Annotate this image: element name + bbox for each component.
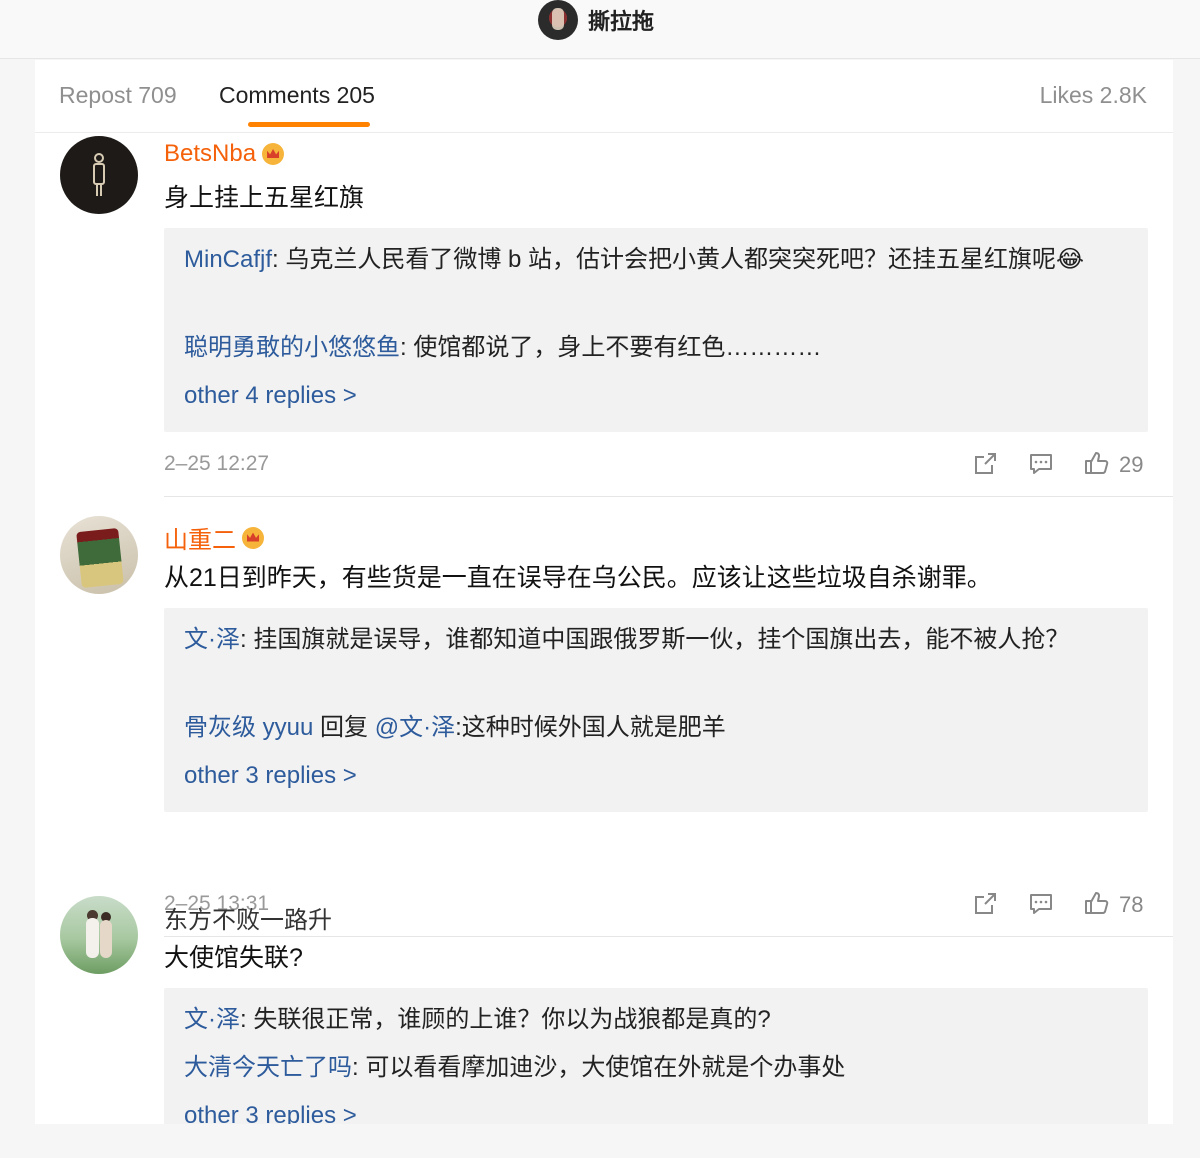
comments-card: Repost 709 Comments 205 Likes 2.8K BetsN… [35, 60, 1173, 1158]
active-tab-indicator [248, 122, 370, 127]
bottom-edge [0, 1124, 1200, 1158]
username[interactable]: 东方不败一路升 [164, 900, 332, 935]
username[interactable]: BetsNba [164, 140, 285, 168]
reply-box[interactable]: 文·泽: 挂国旗就是误导，谁都知道中国跟俄罗斯一伙，挂个国旗出去，能不被人抢？ … [164, 608, 1148, 812]
reply-item: 文·泽: 挂国旗就是误导，谁都知道中国跟俄罗斯一伙，挂个国旗出去，能不被人抢？ [184, 621, 1128, 659]
reply-username[interactable]: 文·泽 [184, 626, 240, 653]
crown-badge-icon [262, 143, 285, 165]
tab-bar: Repost 709 Comments 205 Likes 2.8K [35, 60, 1173, 133]
post-author[interactable]: 撕拉拖 [538, 0, 654, 40]
comment-text: 身上挂上五星红旗 [164, 184, 365, 212]
share-icon[interactable] [972, 451, 998, 477]
mention-link[interactable]: @文·泽 [375, 714, 455, 741]
reply-username[interactable]: 大清今天亡了吗 [184, 1054, 352, 1081]
reply-item: 骨灰级 yyuu 回复 @文·泽:这种时候外国人就是肥羊 [184, 709, 1128, 747]
reply-text: : 失联很正常，谁顾的上谁？你以为战狼都是真的? [240, 1006, 771, 1033]
tab-comments[interactable]: Comments 205 [219, 82, 375, 109]
reply-username[interactable]: 聪明勇敢的小悠悠鱼 [184, 334, 400, 361]
comment-text: 从21日到昨天，有些货是一直在误导在乌公民。应该让这些垃圾自杀谢罪。 [164, 564, 992, 592]
username-text[interactable]: BetsNba [164, 140, 256, 168]
tab-repost[interactable]: Repost 709 [59, 82, 177, 109]
tab-likes[interactable]: Likes 2.8K [1040, 82, 1147, 109]
reply-item: 大清今天亡了吗: 可以看看摩加迪沙，大使馆在外就是个办事处 [184, 1049, 1128, 1087]
username-text[interactable]: 东方不败一路升 [164, 900, 332, 935]
like-count: 29 [1119, 452, 1144, 477]
reply-text: :这种时候外国人就是肥羊 [455, 714, 726, 741]
comment-text: 大使馆失联? [164, 944, 303, 972]
divider [164, 496, 1173, 497]
avatar[interactable] [60, 516, 138, 594]
reply-text: : 乌克兰人民看了微博 b 站，估计会把小黄人都突突死吧？还挂五星红旗呢😂 [272, 246, 1085, 273]
avatar[interactable] [60, 136, 138, 214]
share-icon[interactable] [972, 891, 998, 917]
reply-item: 文·泽: 失联很正常，谁顾的上谁？你以为战狼都是真的? [184, 1001, 1128, 1039]
reply-text: : 挂国旗就是误导，谁都知道中国跟俄罗斯一伙，挂个国旗出去，能不被人抢？ [240, 626, 1070, 653]
reply-username[interactable]: 文·泽 [184, 1006, 240, 1033]
timestamp: 2–25 12:27 [164, 452, 270, 475]
like-count: 78 [1119, 892, 1144, 917]
avatar[interactable] [60, 896, 138, 974]
author-name[interactable]: 撕拉拖 [588, 4, 654, 36]
top-bar: 撕拉拖 [0, 0, 1200, 59]
username[interactable]: 山重二 [164, 520, 264, 555]
reply-username[interactable]: MinCafjf [184, 246, 272, 273]
reply-text: : 可以看看摩加迪沙，大使馆在外就是个办事处 [352, 1054, 846, 1081]
comment-icon[interactable] [1028, 451, 1054, 477]
username-text[interactable]: 山重二 [164, 520, 236, 555]
divider [164, 936, 1173, 937]
comment-icon[interactable] [1028, 891, 1054, 917]
reply-box[interactable]: MinCafjf: 乌克兰人民看了微博 b 站，估计会把小黄人都突突死吧？还挂五… [164, 228, 1148, 432]
more-replies-link[interactable]: other 3 replies > [184, 762, 357, 790]
reply-text: : 使馆都说了，身上不要有红色………… [400, 334, 822, 361]
crown-badge-icon [242, 526, 264, 549]
like-icon[interactable] [1083, 890, 1109, 916]
reply-username[interactable]: 骨灰级 yyuu [184, 714, 313, 741]
like-icon[interactable] [1083, 450, 1109, 476]
more-replies-link[interactable]: other 4 replies > [184, 382, 357, 410]
reply-item: MinCafjf: 乌克兰人民看了微博 b 站，估计会把小黄人都突突死吧？还挂五… [184, 241, 1128, 279]
author-avatar[interactable] [538, 0, 578, 40]
reply-connector: 回复 [313, 714, 375, 741]
reply-item: 聪明勇敢的小悠悠鱼: 使馆都说了，身上不要有红色………… [184, 329, 1128, 367]
